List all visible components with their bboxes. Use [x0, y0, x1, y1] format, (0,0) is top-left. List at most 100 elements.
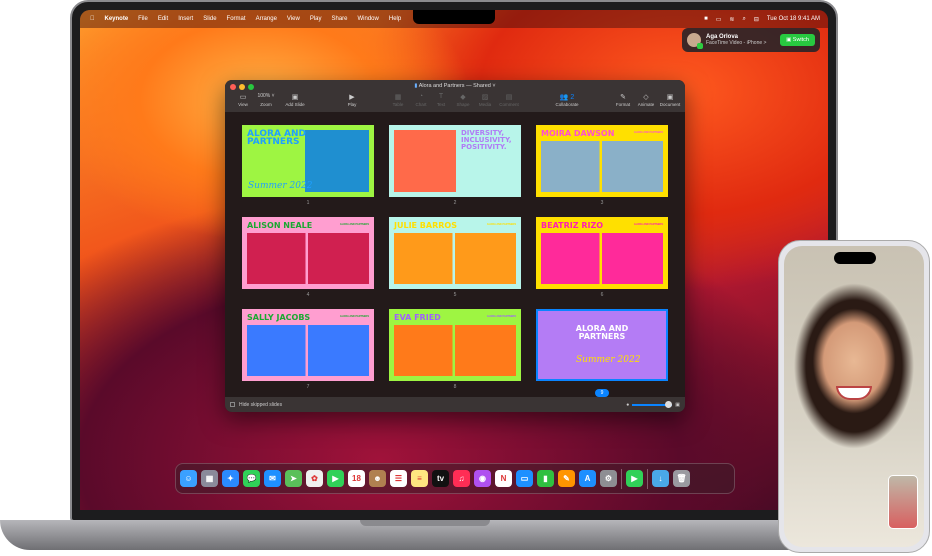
- thumbnail-size-slider[interactable]: ● ▣: [626, 401, 680, 408]
- dock-keynote-icon[interactable]: ▭: [516, 470, 533, 487]
- collaborate-icon: 👥 2: [559, 94, 575, 101]
- slide-thumbnail-2[interactable]: DIVERSITY, INCLUSIVITY, POSITIVITY. 2: [389, 125, 521, 208]
- dock: ☺ ▦ ✦ 💬 ✉ ➤ ✿ ▶ 18 ☻ ☰ ≡ tv ♫ ◉ N ▭ ▮ ✎ A ⚙ ▶ ↓ 🗑: [175, 463, 735, 494]
- slide-thumbnail-7[interactable]: SALLY JACOBS ALORA AND PARTNERS 7: [242, 309, 374, 399]
- hide-skipped-label: Hide skipped slides: [239, 401, 283, 408]
- slide-thumbnail-5[interactable]: JULIE BARROS ALORA AND PARTNERS 5: [389, 217, 521, 300]
- slide-preview[interactable]: ALORA AND PARTNERS Summer 2022: [536, 309, 668, 381]
- self-view-pip[interactable]: [888, 475, 918, 529]
- slide-preview[interactable]: JULIE BARROS ALORA AND PARTNERS: [389, 217, 521, 289]
- slide-preview[interactable]: ALORA AND PARTNERS Summer 2022: [242, 125, 374, 197]
- menu-help[interactable]: Help: [389, 16, 401, 22]
- slide-number: 4: [306, 292, 310, 298]
- menu-view[interactable]: View: [287, 16, 300, 22]
- dock-pages-icon[interactable]: ✎: [558, 470, 575, 487]
- menu-window[interactable]: Window: [358, 16, 379, 22]
- slide-tag: ALORA AND PARTNERS: [486, 223, 516, 226]
- dock-messages-icon[interactable]: 💬: [243, 470, 260, 487]
- toolbar-label: Animate: [637, 102, 655, 107]
- comment-icon: ▤: [505, 94, 513, 101]
- slide-preview[interactable]: MOIRA DAWSON ALORA AND PARTNERS: [536, 125, 668, 197]
- slide-number: 1: [306, 200, 310, 206]
- dock-finder-icon[interactable]: ☺: [180, 470, 197, 487]
- control-center-icon[interactable]: ⊟: [754, 16, 759, 23]
- dock-contacts-icon[interactable]: ☻: [369, 470, 386, 487]
- slide-title: ALISON NEALE: [247, 221, 313, 230]
- slide-tag: ALORA AND PARTNERS: [339, 223, 369, 226]
- slide-thumbnail-3[interactable]: MOIRA DAWSON ALORA AND PARTNERS 3: [536, 125, 668, 208]
- dock-podcasts-icon[interactable]: ◉: [474, 470, 491, 487]
- dock-facetime-handoff-icon[interactable]: ▶: [626, 470, 643, 487]
- dock-news-icon[interactable]: N: [495, 470, 512, 487]
- dock-facetime-icon[interactable]: ▶: [327, 470, 344, 487]
- iphone: [778, 240, 930, 553]
- menu-slide[interactable]: Slide: [203, 16, 216, 22]
- clock[interactable]: Tue Oct 18 9:41 AM: [767, 16, 820, 22]
- toolbar-play-button[interactable]: ▶ Play: [339, 93, 365, 107]
- dock-calendar-icon[interactable]: 18: [348, 470, 365, 487]
- slide-thumbnail-4[interactable]: ALISON NEALE ALORA AND PARTNERS 4: [242, 217, 374, 300]
- camera-icon[interactable]: ■: [704, 16, 708, 22]
- slide-preview[interactable]: DIVERSITY, INCLUSIVITY, POSITIVITY.: [389, 125, 521, 197]
- slide-preview[interactable]: ALISON NEALE ALORA AND PARTNERS: [242, 217, 374, 289]
- dock-app-store-icon[interactable]: A: [579, 470, 596, 487]
- switch-label: Switch: [792, 37, 809, 43]
- toolbar-media-button[interactable]: ▨ Media: [472, 93, 498, 107]
- toolbar-comment-button[interactable]: ▤ Comment: [496, 93, 522, 107]
- dock-system-settings-icon[interactable]: ⚙: [600, 470, 617, 487]
- apple-menu-icon[interactable]: : [90, 16, 95, 22]
- dock-maps-icon[interactable]: ➤: [285, 470, 302, 487]
- slide-preview[interactable]: EVA FRIED ALORA AND PARTNERS: [389, 309, 521, 381]
- menu-arrange[interactable]: Arrange: [256, 16, 277, 22]
- menu-app-name[interactable]: Keynote: [105, 16, 129, 22]
- dock-music-icon[interactable]: ♫: [453, 470, 470, 487]
- window-title[interactable]: ▮ Alora and Partners — Shared ˅: [225, 83, 685, 89]
- slide-thumbnail-9[interactable]: ALORA AND PARTNERS Summer 2022 9: [536, 309, 668, 399]
- dock-reminders-icon[interactable]: ☰: [390, 470, 407, 487]
- dock-downloads-icon[interactable]: ↓: [652, 470, 669, 487]
- dock-separator: [647, 468, 648, 489]
- menu-share[interactable]: Share: [332, 16, 348, 22]
- dynamic-island: [834, 252, 876, 264]
- hide-skipped-checkbox[interactable]: [230, 402, 235, 407]
- menu-insert[interactable]: Insert: [178, 16, 193, 22]
- menu-play[interactable]: Play: [310, 16, 322, 22]
- media-icon: ▨: [481, 94, 489, 101]
- menu-edit[interactable]: Edit: [158, 16, 168, 22]
- toolbar-label: Collaborate: [555, 102, 579, 107]
- slide-thumbnail-8[interactable]: EVA FRIED ALORA AND PARTNERS 8: [389, 309, 521, 399]
- toolbar-collaborate-button[interactable]: 👥 2 Collaborate: [554, 93, 580, 107]
- dock-launchpad-icon[interactable]: ▦: [201, 470, 218, 487]
- toolbar-label: Zoom: [260, 102, 272, 107]
- dock-mail-icon[interactable]: ✉: [264, 470, 281, 487]
- menu-format[interactable]: Format: [227, 16, 246, 22]
- switch-button[interactable]: ▣ Switch: [780, 34, 815, 46]
- wifi-icon[interactable]: ≋: [729, 16, 734, 23]
- slide-title: ALORA AND PARTNERS: [575, 324, 629, 341]
- dock-notes-icon[interactable]: ≡: [411, 470, 428, 487]
- menu-file[interactable]: File: [138, 16, 148, 22]
- dock-safari-icon[interactable]: ✦: [222, 470, 239, 487]
- toolbar-add-slide-button[interactable]: ▣ Add Slide: [282, 93, 308, 107]
- dock-trash-icon[interactable]: 🗑: [673, 470, 690, 487]
- slide-thumbnail-6[interactable]: BEATRIZ RIZO ALORA AND PARTNERS 6: [536, 217, 668, 300]
- document-icon: ▣: [666, 94, 674, 101]
- slider-knob[interactable]: [664, 401, 672, 408]
- battery-icon[interactable]: ▭: [716, 16, 722, 23]
- handoff-notification[interactable]: Aga Orlova FaceTime Video - iPhone > ▣ Sw…: [682, 28, 820, 52]
- toolbar-animate-button[interactable]: ◇ Animate: [633, 93, 659, 107]
- slide-tag: ALORA AND PARTNERS: [633, 223, 663, 226]
- search-icon[interactable]: ⌕: [742, 16, 745, 23]
- dock-numbers-icon[interactable]: ▮: [537, 470, 554, 487]
- dock-photos-icon[interactable]: ✿: [306, 470, 323, 487]
- toolbar-document-button[interactable]: ▣ Document: [657, 93, 683, 107]
- slide-thumbnail-1[interactable]: ALORA AND PARTNERS Summer 2022 1: [242, 125, 374, 208]
- slide-photo: [394, 233, 516, 284]
- toolbar-label: Media: [478, 102, 492, 107]
- dock-apple-tv-icon[interactable]: tv: [432, 470, 449, 487]
- slide-preview[interactable]: SALLY JACOBS ALORA AND PARTNERS: [242, 309, 374, 381]
- slider-track[interactable]: [632, 401, 673, 408]
- toolbar-zoom-button[interactable]: 100% ˅ Zoom: [253, 93, 279, 107]
- slide-preview[interactable]: BEATRIZ RIZO ALORA AND PARTNERS: [536, 217, 668, 289]
- slide-tag: ALORA AND PARTNERS: [339, 315, 369, 318]
